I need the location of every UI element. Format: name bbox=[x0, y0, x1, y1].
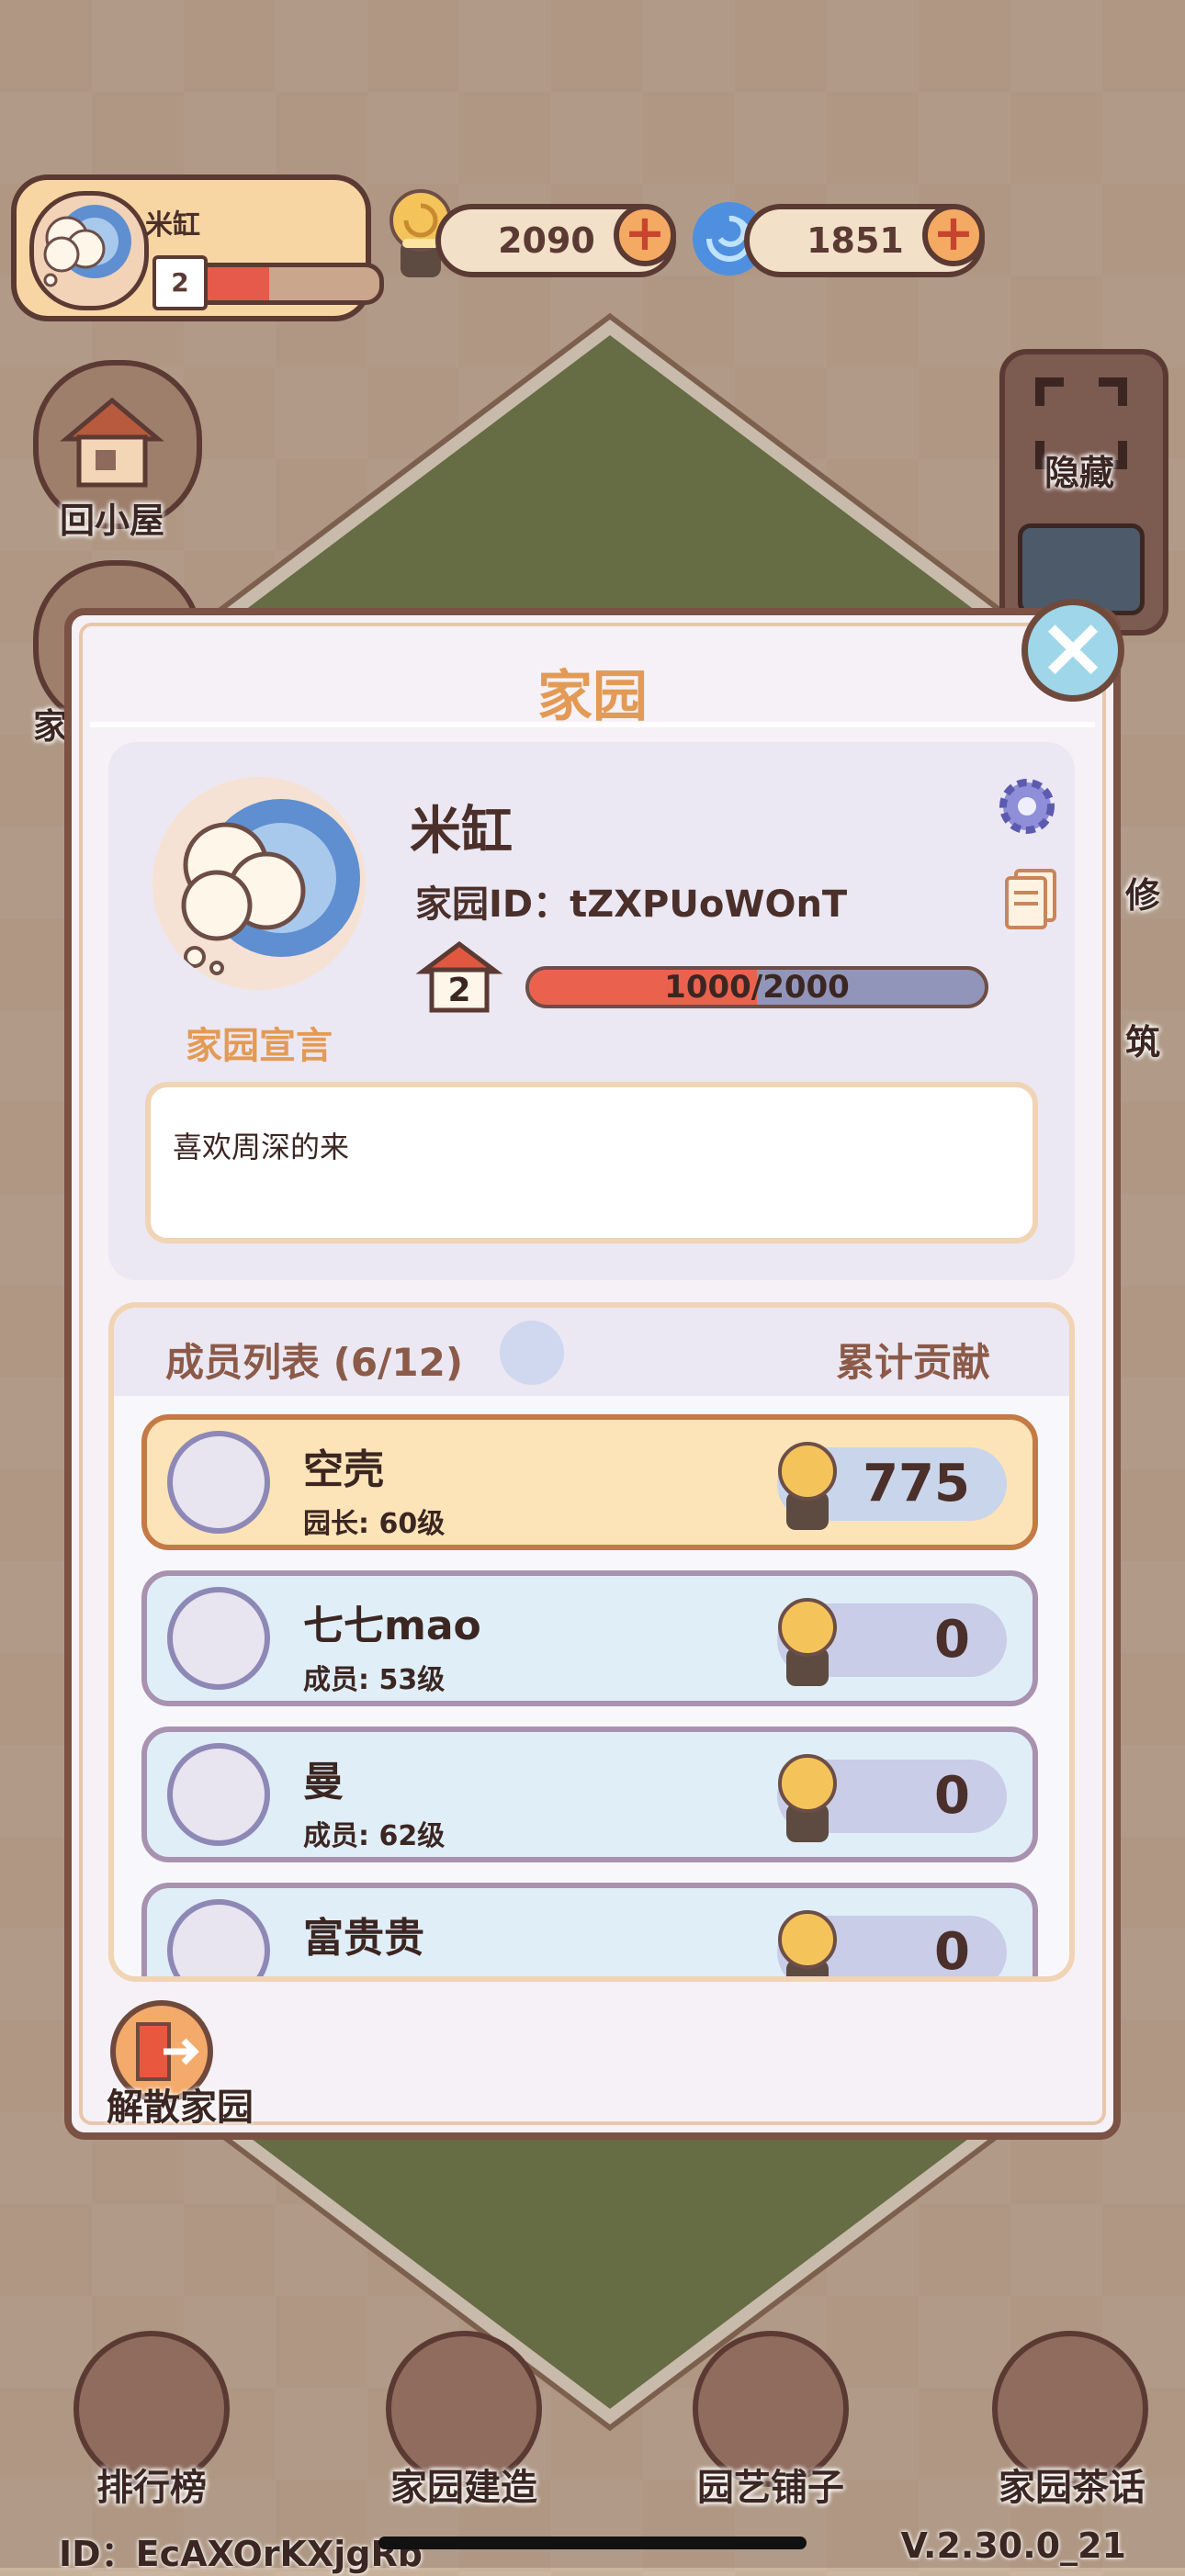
home-name: 米缸 bbox=[410, 802, 513, 861]
app-version: V.2.30.0_21 bbox=[900, 2525, 1126, 2566]
player-name: 米缸 bbox=[145, 209, 200, 242]
player-avatar bbox=[29, 191, 149, 310]
snail-coin-value: 2090 bbox=[498, 220, 595, 261]
snail-avatar-icon bbox=[167, 1899, 270, 1976]
add-swirl-coin-button[interactable]: + bbox=[922, 204, 985, 266]
home-level-badge: 2 bbox=[415, 939, 503, 1016]
snail-coin-icon bbox=[778, 1598, 837, 1686]
member-name: 空壳 bbox=[303, 1446, 384, 1493]
bear-avatar-icon bbox=[167, 1587, 270, 1690]
member-row[interactable]: 空壳 园长: 60级 775 bbox=[141, 1414, 1038, 1550]
player-profile[interactable]: 米缸 2 bbox=[11, 174, 384, 321]
member-list-header: 成员列表 (6/12) 累计贡献 bbox=[114, 1308, 1069, 1396]
snail-coin-icon bbox=[778, 1754, 837, 1842]
home-indicator[interactable] bbox=[378, 2537, 807, 2549]
rabbit-avatar-icon bbox=[167, 1743, 270, 1846]
member-count-label: 成员列表 (6/12) bbox=[165, 1340, 464, 1385]
repair-label: 修 bbox=[1124, 875, 1160, 916]
swirl-coin-counter: 1851 + bbox=[744, 204, 985, 277]
member-name: 七七mao bbox=[303, 1603, 481, 1649]
contribution-value: 775 bbox=[863, 1454, 970, 1513]
house-icon bbox=[60, 397, 164, 488]
home-level-value: 2 bbox=[447, 972, 471, 1009]
home-progress-bar: 1000/2000 bbox=[525, 966, 988, 1008]
cloud-avatar-icon bbox=[181, 799, 360, 975]
member-name: 富贵贵 bbox=[303, 1915, 424, 1962]
contribution-value: 0 bbox=[934, 1766, 970, 1826]
contribution-value: 0 bbox=[934, 1610, 970, 1670]
home-progress-text: 1000/2000 bbox=[664, 969, 850, 1006]
leaderboard-label: 排行榜 bbox=[96, 2467, 207, 2509]
member-row[interactable]: 富贵贵 0 bbox=[141, 1883, 1038, 1982]
add-snail-coin-button[interactable]: + bbox=[614, 204, 676, 266]
declaration-text[interactable]: 喜欢周深的来 bbox=[145, 1082, 1038, 1243]
title-divider bbox=[90, 722, 1095, 727]
home-id: 家园ID：tZXPUoWOnT bbox=[415, 883, 848, 926]
member-row[interactable]: 七七mao 成员: 53级 0 bbox=[141, 1570, 1038, 1706]
hide-label: 隐藏 bbox=[1044, 453, 1114, 493]
dialog-title: 家园 bbox=[537, 665, 648, 729]
contribution-value: 0 bbox=[934, 1922, 970, 1982]
member-name: 曼 bbox=[303, 1759, 344, 1805]
home-chat-label: 家园茶话 bbox=[999, 2467, 1146, 2509]
copy-id-icon[interactable] bbox=[1003, 867, 1058, 931]
member-role: 成员: 62级 bbox=[303, 1820, 446, 1852]
member-role: 成员: 53级 bbox=[303, 1664, 446, 1696]
member-list[interactable]: 成员列表 (6/12) 累计贡献 空壳 园长: 60级 775 七七mao 成员… bbox=[108, 1302, 1075, 1982]
home-build-label: 家园建造 bbox=[390, 2467, 537, 2509]
swirl-coin-value: 1851 bbox=[807, 220, 904, 261]
back-to-cabin-label: 回小屋 bbox=[59, 501, 164, 541]
invite-member-icon[interactable] bbox=[500, 1321, 564, 1385]
home-avatar[interactable] bbox=[152, 777, 366, 990]
close-button[interactable]: × bbox=[1021, 599, 1124, 702]
contribution-label: 累计贡献 bbox=[835, 1340, 990, 1385]
bear-avatar-icon bbox=[167, 1431, 270, 1534]
declaration-label: 家园宣言 bbox=[186, 1025, 333, 1067]
garden-shop-label: 园艺铺子 bbox=[697, 2467, 844, 2509]
snail-coin-icon bbox=[778, 1442, 837, 1530]
member-role: 园长: 60级 bbox=[303, 1508, 446, 1540]
player-level-badge: 2 bbox=[152, 255, 208, 310]
dissolve-home-label: 解散家园 bbox=[107, 2087, 254, 2129]
player-id: ID：EcAXOrKXjgRb bbox=[59, 2534, 423, 2574]
snail-coin-icon bbox=[778, 1910, 837, 1976]
snail-coin-counter: 2090 + bbox=[435, 204, 676, 277]
build-label: 筑 bbox=[1124, 1022, 1160, 1063]
member-row[interactable]: 曼 成员: 62级 0 bbox=[141, 1727, 1038, 1862]
settings-gear-icon[interactable] bbox=[994, 773, 1060, 839]
